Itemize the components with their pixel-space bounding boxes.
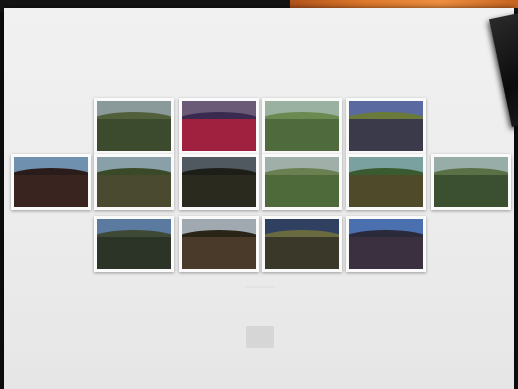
photo-thumbnail[interactable]: [262, 154, 342, 210]
thumbnail-ground: [97, 236, 171, 269]
thumbnail-ground: [182, 236, 256, 269]
photo-thumbnail[interactable]: [346, 216, 426, 272]
thumbnail-ground: [97, 174, 171, 207]
photo-thumbnail[interactable]: [94, 216, 174, 272]
photo-thumbnail[interactable]: [431, 154, 511, 210]
photo-thumbnail[interactable]: [346, 98, 426, 154]
thumbnail-ground: [182, 174, 256, 207]
slideshow-control-button[interactable]: [246, 326, 274, 348]
thumbnail-ground: [265, 174, 339, 207]
thumbnail-ground: [349, 236, 423, 269]
photo-thumbnail[interactable]: [11, 154, 91, 210]
thumbnail-ground: [97, 118, 171, 151]
thumbnail-ground: [265, 118, 339, 151]
photo-thumbnail[interactable]: [346, 154, 426, 210]
divider: [245, 286, 275, 288]
photo-thumbnail[interactable]: [94, 154, 174, 210]
thumbnail-ground: [434, 174, 508, 207]
photo-thumbnail[interactable]: [262, 216, 342, 272]
thumbnail-ground: [14, 174, 88, 207]
thumbnail-ground: [182, 118, 256, 151]
photo-thumbnail[interactable]: [262, 98, 342, 154]
photo-thumbnail[interactable]: [94, 98, 174, 154]
photo-thumbnail[interactable]: [179, 98, 259, 154]
thumbnail-ground: [349, 118, 423, 151]
photo-thumbnail[interactable]: [179, 216, 259, 272]
thumbnail-ground: [265, 236, 339, 269]
photo-thumbnail[interactable]: [179, 154, 259, 210]
thumbnail-ground: [349, 174, 423, 207]
